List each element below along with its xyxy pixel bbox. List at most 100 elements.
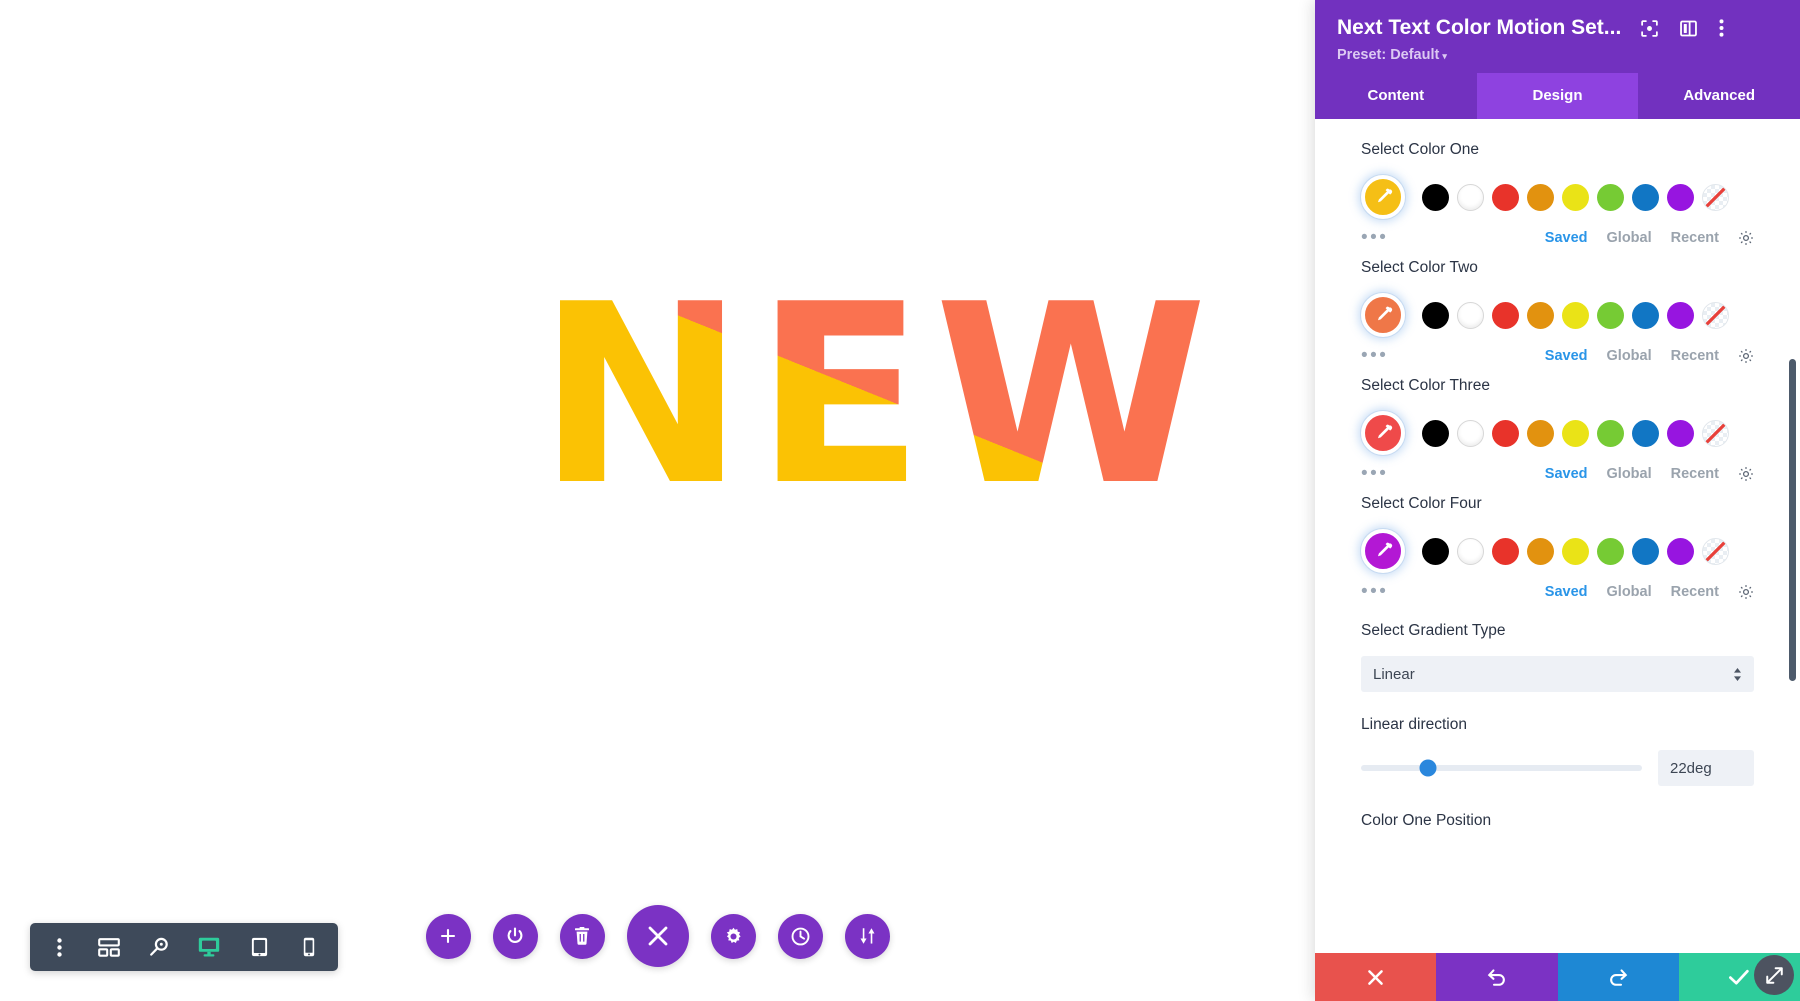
gradient-type-select[interactable]: Linear xyxy=(1361,656,1754,692)
color-four-global-link[interactable]: Global xyxy=(1607,584,1652,600)
panel-body: Select Color One ••• Saved Global Recent… xyxy=(1315,119,1800,1001)
swatch-purple[interactable] xyxy=(1667,183,1694,211)
color-four-label: Select Color Four xyxy=(1361,495,1482,512)
color-one-global-link[interactable]: Global xyxy=(1607,230,1652,246)
panel-title: Next Text Color Motion Set... xyxy=(1337,16,1622,39)
swatch-none[interactable] xyxy=(1702,537,1729,565)
color-one-more-icon[interactable]: ••• xyxy=(1361,228,1388,247)
color-three-recent-link[interactable]: Recent xyxy=(1671,466,1719,482)
swatch-white[interactable] xyxy=(1457,537,1484,565)
layout-icon[interactable] xyxy=(1680,20,1698,37)
color-one-saved-link[interactable]: Saved xyxy=(1545,230,1588,246)
color-four-meta: ••• Saved Global Recent xyxy=(1361,582,1754,601)
resize-handle[interactable] xyxy=(1754,955,1794,995)
swatch-black[interactable] xyxy=(1422,537,1449,565)
tab-advanced[interactable]: Advanced xyxy=(1638,73,1800,119)
swatch-blue[interactable] xyxy=(1632,183,1659,211)
trash-icon[interactable] xyxy=(559,913,605,959)
swatch-orange[interactable] xyxy=(1527,183,1554,211)
swatch-white[interactable] xyxy=(1457,419,1484,447)
swatch-blue[interactable] xyxy=(1632,419,1659,447)
color-three-gear-icon[interactable] xyxy=(1738,466,1754,482)
color-one-recent-link[interactable]: Recent xyxy=(1671,230,1719,246)
swatch-orange[interactable] xyxy=(1527,537,1554,565)
swatch-black[interactable] xyxy=(1422,183,1449,211)
swatch-red[interactable] xyxy=(1492,419,1519,447)
color-one-gear-icon[interactable] xyxy=(1738,230,1754,246)
slider-thumb[interactable] xyxy=(1419,759,1437,777)
color-two-saved-link[interactable]: Saved xyxy=(1545,348,1588,364)
swatch-none[interactable] xyxy=(1702,183,1729,211)
color-three-picker[interactable] xyxy=(1361,411,1405,455)
color-two-global-link[interactable]: Global xyxy=(1607,348,1652,364)
swatch-yellow[interactable] xyxy=(1562,419,1589,447)
undo-button[interactable] xyxy=(1436,953,1558,1001)
panel-scrollbar[interactable] xyxy=(1789,359,1796,681)
color-one-position-label: Color One Position xyxy=(1361,812,1492,829)
preset-selector[interactable]: Preset: Default ▾ xyxy=(1337,47,1778,63)
swatch-orange[interactable] xyxy=(1527,301,1554,329)
swatch-red[interactable] xyxy=(1492,183,1519,211)
color-four-picker[interactable] xyxy=(1361,529,1405,573)
color-one-picker[interactable] xyxy=(1361,175,1405,219)
swatch-red[interactable] xyxy=(1492,537,1519,565)
swatch-green[interactable] xyxy=(1597,537,1624,565)
swatch-none[interactable] xyxy=(1702,419,1729,447)
color-three-swatch-row xyxy=(1361,411,1754,455)
add-icon[interactable] xyxy=(425,913,471,959)
focus-icon[interactable] xyxy=(1641,19,1659,37)
color-three-more-icon[interactable]: ••• xyxy=(1361,464,1388,483)
linear-direction-input[interactable]: 22deg xyxy=(1658,750,1754,786)
swatch-green[interactable] xyxy=(1597,419,1624,447)
kebab-menu-icon[interactable] xyxy=(1719,19,1724,37)
swatch-blue[interactable] xyxy=(1632,537,1659,565)
preset-label: Preset: Default xyxy=(1337,47,1440,63)
cancel-button[interactable] xyxy=(1315,953,1437,1001)
chevron-down-icon: ▾ xyxy=(1442,51,1447,61)
gear-icon[interactable] xyxy=(710,913,756,959)
chevron-updown-icon xyxy=(1733,667,1742,681)
color-three-global-link[interactable]: Global xyxy=(1607,466,1652,482)
linear-direction-control: 22deg xyxy=(1361,750,1754,786)
color-three-label: Select Color Three xyxy=(1361,377,1490,394)
tab-content[interactable]: Content xyxy=(1315,73,1477,119)
swatch-yellow[interactable] xyxy=(1562,183,1589,211)
close-icon[interactable] xyxy=(626,905,689,967)
swatch-blue[interactable] xyxy=(1632,301,1659,329)
color-four-saved-link[interactable]: Saved xyxy=(1545,584,1588,600)
history-icon[interactable] xyxy=(777,913,823,959)
color-four-more-icon[interactable]: ••• xyxy=(1361,582,1388,601)
color-four-swatch-row xyxy=(1361,529,1754,573)
panel-header: Next Text Color Motion Set... Preset: De… xyxy=(1315,0,1800,73)
swatch-purple[interactable] xyxy=(1667,419,1694,447)
swatch-white[interactable] xyxy=(1457,183,1484,211)
swatch-orange[interactable] xyxy=(1527,419,1554,447)
color-four-gear-icon[interactable] xyxy=(1738,584,1754,600)
swatch-purple[interactable] xyxy=(1667,301,1694,329)
power-icon[interactable] xyxy=(492,913,538,959)
color-three-saved-link[interactable]: Saved xyxy=(1545,466,1588,482)
color-two-picker[interactable] xyxy=(1361,293,1405,337)
gradient-type-value: Linear xyxy=(1373,665,1415,683)
swatch-green[interactable] xyxy=(1597,301,1624,329)
linear-direction-slider[interactable] xyxy=(1361,759,1642,777)
redo-button[interactable] xyxy=(1557,953,1679,1001)
swatch-purple[interactable] xyxy=(1667,537,1694,565)
swatch-red[interactable] xyxy=(1492,301,1519,329)
swatch-white[interactable] xyxy=(1457,301,1484,329)
color-two-gear-icon[interactable] xyxy=(1738,348,1754,364)
swatch-black[interactable] xyxy=(1422,419,1449,447)
swatch-green[interactable] xyxy=(1597,183,1624,211)
color-two-recent-link[interactable]: Recent xyxy=(1671,348,1719,364)
color-two-more-icon[interactable]: ••• xyxy=(1361,346,1388,365)
color-four-recent-link[interactable]: Recent xyxy=(1671,584,1719,600)
swatch-black[interactable] xyxy=(1422,301,1449,329)
color-field-two: Select Color Two ••• Saved Global Recent xyxy=(1361,259,1754,365)
swatch-none[interactable] xyxy=(1702,301,1729,329)
tab-design[interactable]: Design xyxy=(1476,73,1639,119)
sort-icon[interactable] xyxy=(844,913,890,959)
color-field-four: Select Color Four ••• Saved Global Recen… xyxy=(1361,495,1754,601)
swatch-yellow[interactable] xyxy=(1562,301,1589,329)
swatch-yellow[interactable] xyxy=(1562,537,1589,565)
app-root: NEW Next Text Color Motion Set... Preset… xyxy=(0,0,1800,1001)
